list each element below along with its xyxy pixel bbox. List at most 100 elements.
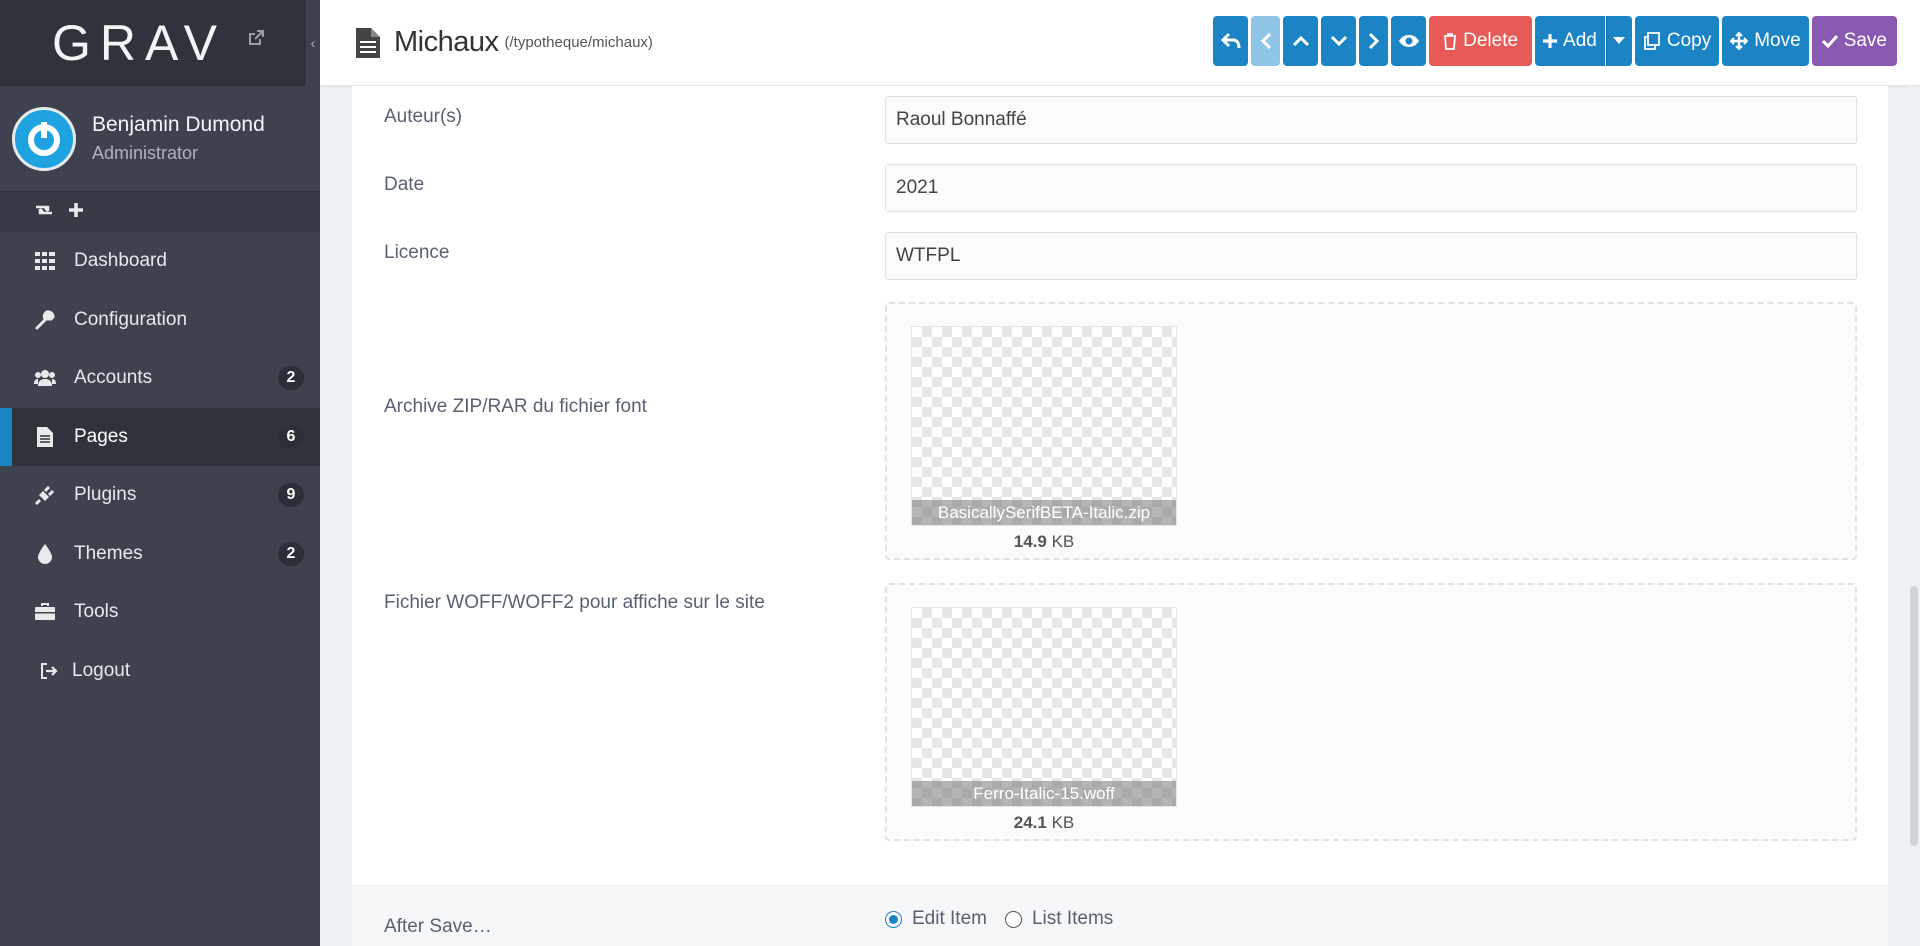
plugins-count-badge: 9	[278, 483, 304, 508]
previous-page-button[interactable]	[1251, 16, 1281, 66]
delete-button[interactable]: Delete	[1429, 16, 1533, 66]
accounts-count-badge: 2	[278, 366, 304, 391]
sidebar-item-themes[interactable]: Themes 2	[0, 525, 320, 584]
users-icon	[34, 367, 56, 389]
after-save-options: Edit Item List Items	[885, 908, 1113, 930]
move-button[interactable]: Move	[1722, 16, 1809, 66]
woff-label: Fichier WOFF/WOFF2 pour affiche sur le s…	[384, 592, 765, 613]
archive-file-name: BasicallySerifBETA-Italic.zip	[912, 500, 1176, 525]
pages-count-badge: 6	[278, 424, 304, 449]
chevron-up-icon	[1292, 35, 1310, 47]
sidebar-item-label: Configuration	[74, 308, 188, 330]
trash-icon	[1443, 32, 1457, 50]
scrollbar-thumb[interactable]	[1910, 586, 1918, 846]
eye-icon	[1398, 34, 1420, 48]
sidebar-item-label: Themes	[74, 542, 143, 564]
copy-button-label: Copy	[1666, 30, 1712, 51]
themes-count-badge: 2	[278, 541, 304, 566]
grav-logo[interactable]: GRAV	[52, 14, 226, 72]
page-title: Michaux	[394, 26, 499, 58]
user-profile[interactable]: Benjamin Dumond Administrator	[0, 86, 320, 192]
license-label: Licence	[384, 242, 450, 263]
sidebar-item-label: Accounts	[74, 367, 153, 389]
after-save-edit-item[interactable]: Edit Item	[885, 908, 987, 930]
sidebar-item-pages[interactable]: Pages 6	[0, 407, 320, 466]
sidebar-item-label: Logout	[72, 659, 131, 681]
retweet-icon[interactable]	[34, 201, 54, 224]
date-label: Date	[384, 174, 425, 195]
chevron-down-icon	[1330, 35, 1348, 47]
sidebar-item-accounts[interactable]: Accounts 2	[0, 349, 320, 408]
archive-dropzone[interactable]: BasicallySerifBETA-Italic.zip 14.9 KB	[885, 302, 1857, 560]
quick-actions	[0, 192, 320, 232]
radio-label: Edit Item	[912, 908, 987, 929]
woff-file-size-unit: KB	[1051, 813, 1075, 832]
add-dropdown-toggle[interactable]	[1605, 16, 1632, 66]
sidebar-item-label: Dashboard	[74, 250, 167, 272]
save-button[interactable]: Save	[1811, 16, 1897, 66]
archive-file-size-unit: KB	[1051, 532, 1075, 551]
plug-icon	[34, 484, 56, 506]
plus-icon	[1543, 34, 1558, 48]
sidebar-item-logout[interactable]: Logout	[0, 642, 320, 701]
save-button-label: Save	[1843, 30, 1887, 51]
after-save-section	[352, 884, 1888, 946]
power-icon	[28, 121, 60, 156]
sidebar-item-label: Pages	[74, 425, 128, 447]
chevron-left-icon	[1260, 32, 1272, 50]
external-link-icon[interactable]	[246, 28, 266, 48]
wrench-icon	[34, 309, 56, 331]
sidebar-item-label: Tools	[74, 601, 119, 623]
dashboard-icon	[34, 250, 56, 272]
move-up-button[interactable]	[1283, 16, 1319, 66]
tint-icon	[34, 543, 56, 565]
add-button[interactable]: Add	[1535, 16, 1605, 66]
sidebar-item-dashboard[interactable]: Dashboard	[0, 232, 320, 291]
sidebar-nav: Dashboard Configuration Accounts 2 Pages…	[0, 232, 320, 700]
sidebar-item-tools[interactable]: Tools	[0, 583, 320, 642]
author-label: Auteur(s)	[384, 106, 463, 127]
sidebar: GRAV ‹ Benjamin Dumond Administrator Das…	[0, 0, 320, 946]
plus-icon[interactable]	[68, 201, 84, 224]
chevron-left-icon: ‹	[310, 35, 316, 51]
sidebar-item-plugins[interactable]: Plugins 9	[0, 466, 320, 525]
next-page-button[interactable]	[1359, 16, 1389, 66]
after-save-list-items[interactable]: List Items	[1004, 908, 1114, 930]
page-header: Michaux (/typotheque/michaux) Delete Add	[320, 0, 1920, 86]
avatar	[12, 106, 76, 171]
archive-file-preview[interactable]: BasicallySerifBETA-Italic.zip	[911, 326, 1177, 526]
radio-edit-item[interactable]	[885, 910, 902, 928]
move-button-label: Move	[1754, 30, 1801, 51]
delete-button-label: Delete	[1463, 30, 1519, 51]
copy-button[interactable]: Copy	[1634, 16, 1720, 66]
page-toolbar: Delete Add Copy Move Save	[1213, 16, 1897, 66]
back-button[interactable]	[1213, 16, 1249, 66]
sign-out-icon	[38, 660, 60, 682]
sidebar-collapse-toggle[interactable]: ‹	[306, 0, 320, 86]
woff-file-preview[interactable]: Ferro-Italic-15.woff	[911, 607, 1177, 807]
move-down-button[interactable]	[1321, 16, 1357, 66]
after-save-label: After Save…	[384, 916, 492, 937]
chevron-right-icon	[1368, 32, 1380, 50]
woff-dropzone[interactable]: Ferro-Italic-15.woff 24.1 KB	[885, 583, 1857, 841]
author-input[interactable]: Raoul Bonnaffé	[885, 96, 1857, 144]
archive-file-size-value: 14.9	[1013, 532, 1047, 551]
user-role: Administrator	[92, 143, 199, 163]
sidebar-item-configuration[interactable]: Configuration	[0, 291, 320, 350]
reply-icon	[1220, 32, 1241, 50]
archive-file-size: 14.9 KB	[911, 532, 1177, 552]
arrows-icon	[1730, 32, 1749, 50]
date-input[interactable]: 2021	[885, 164, 1857, 212]
user-name: Benjamin Dumond	[92, 113, 265, 136]
add-button-label: Add	[1563, 30, 1597, 51]
license-input[interactable]: WTFPL	[885, 232, 1857, 280]
archive-label: Archive ZIP/RAR du fichier font	[384, 396, 647, 417]
file-icon	[356, 27, 380, 58]
page-route: (/typotheque/michaux)	[504, 34, 653, 51]
scrollbar[interactable]	[1908, 86, 1920, 946]
woff-file-size: 24.1 KB	[911, 813, 1177, 833]
radio-list-items[interactable]	[1004, 910, 1022, 928]
woff-file-name: Ferro-Italic-15.woff	[912, 781, 1176, 806]
preview-button[interactable]	[1391, 16, 1427, 66]
radio-label: List Items	[1031, 908, 1114, 929]
